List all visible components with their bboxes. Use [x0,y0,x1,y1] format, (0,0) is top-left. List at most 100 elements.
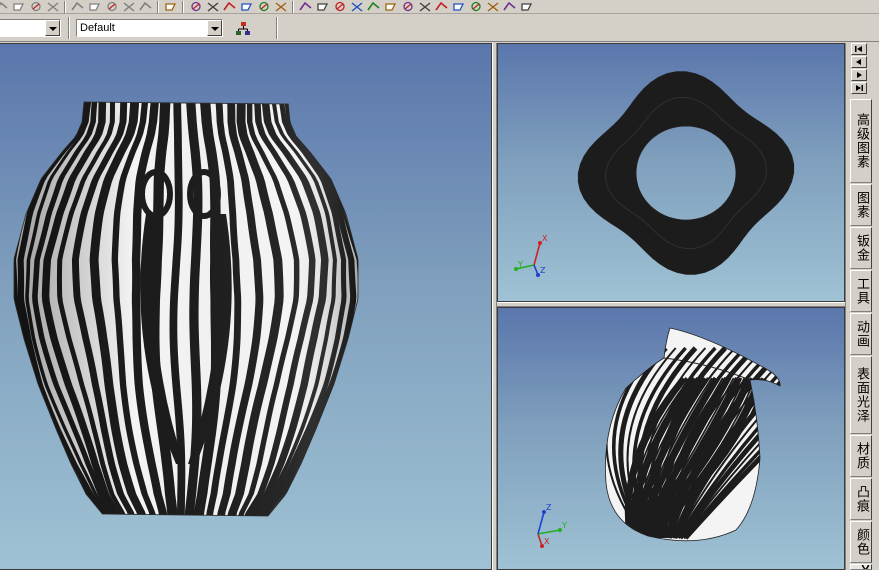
tab-next-button[interactable] [851,69,867,81]
undo-icon [0,1,8,9]
new-file-icon [71,1,84,11]
axis-y-label: Y [561,521,567,530]
feature-6-icon [385,3,397,11]
feature-4-button[interactable] [349,0,365,13]
vase-top-view[interactable]: X Y Z [498,44,845,302]
tab-text[interactable]: 文 [850,564,872,570]
isometric-viewport[interactable]: X YZ [497,307,845,570]
tab-shapes[interactable]: 图素 [850,184,872,226]
feature-14-icon [521,3,533,11]
sketch-c-button[interactable] [222,0,238,13]
cut-icon [31,1,41,12]
selection-toolbar: Default [0,15,879,42]
feature-4-icon [351,2,363,12]
feature-8-button[interactable] [417,0,433,13]
sketch-b-button[interactable] [205,0,221,13]
feature-1-button[interactable] [298,0,314,13]
redo-icon [13,3,25,11]
feature-3-icon [335,1,345,12]
tab-colors[interactable]: 颜色 [850,521,872,563]
vase-isometric-view[interactable]: X YZ [498,308,845,570]
feature-14-button[interactable] [519,0,535,13]
tab-prev-button[interactable] [851,56,867,68]
scissors-button[interactable] [104,0,120,13]
tab-label: 图素 [854,191,869,219]
tab-first-button[interactable] [851,43,867,55]
last-tab-icon [856,85,863,91]
filter-combo[interactable] [0,19,61,37]
style-combo[interactable]: Default [76,19,223,37]
feature-8-icon [419,2,431,12]
feature-11-button[interactable] [468,0,484,13]
next-tab-icon [857,72,862,78]
sketch-a-icon [191,1,201,12]
design-tree-button[interactable] [234,20,252,37]
sketch-d-icon [241,3,253,11]
copy-icon [89,3,101,11]
tab-label: 颜色 [854,528,869,556]
application-window: Default XYZ XYZ 高级图素 图素 钣金 工具 动画 表面光泽 材质… [0,0,879,570]
axis-x-label: X [542,234,548,243]
scissors-icon [107,1,117,12]
tab-label: 凸痕 [854,485,869,513]
toolbar-separator [182,1,184,13]
vase-front-view[interactable] [0,44,492,570]
curve-icon [165,3,177,11]
feature-12-button[interactable] [485,0,501,13]
tab-animation[interactable]: 动画 [850,313,872,355]
delete-icon [47,2,59,12]
copy-button[interactable] [87,0,103,13]
toolbar-separator [64,1,66,13]
feature-9-button[interactable] [434,0,450,13]
tab-advanced-shapes[interactable]: 高级图素 [850,99,872,183]
delete-button[interactable] [45,0,61,13]
tab-label: 动画 [854,320,869,348]
toolbar-separator [68,17,70,39]
first-tab-icon [855,46,862,52]
feature-2-button[interactable] [315,0,331,13]
sketch-d-button[interactable] [239,0,255,13]
tab-surface-finish[interactable]: 表面光泽 [850,356,872,434]
tab-bumps[interactable]: 凸痕 [850,478,872,520]
paste-button[interactable] [121,0,137,13]
main-toolbar [0,0,879,14]
axis-z-label: Z [546,503,552,512]
sketch-f-button[interactable] [273,0,289,13]
tab-tools[interactable]: 工具 [850,270,872,312]
cut-button[interactable] [28,0,44,13]
tab-last-button[interactable] [851,82,867,94]
undo-button[interactable] [0,0,10,13]
clipboard-icon [139,1,152,11]
feature-5-button[interactable] [366,0,382,13]
feature-13-button[interactable] [502,0,518,13]
filter-combo-dropdown-icon[interactable] [45,20,60,36]
tab-sheet-metal[interactable]: 钣金 [850,227,872,269]
feature-10-button[interactable] [451,0,467,13]
axis-triad: X Y Z [514,234,548,277]
curve-button[interactable] [163,0,179,13]
clipboard-button[interactable] [138,0,154,13]
feature-12-icon [487,2,499,12]
feature-10-icon [453,3,465,11]
new-file-button[interactable] [70,0,86,13]
feature-7-icon [403,1,413,12]
prev-tab-icon [856,59,861,65]
feature-7-button[interactable] [400,0,416,13]
sketch-e-button[interactable] [256,0,272,13]
catalog-tab-strip: 高级图素 图素 钣金 工具 动画 表面光泽 材质 凸痕 颜色 文 [845,43,879,570]
design-tree-icon [236,22,250,35]
front-viewport[interactable] [0,43,492,570]
axis-x-line [533,242,541,266]
feature-3-button[interactable] [332,0,348,13]
style-combo-dropdown-icon[interactable] [207,20,222,36]
tab-label: 表面光泽 [854,367,869,423]
sketch-a-button[interactable] [188,0,204,13]
axis-x-label: X [544,537,550,546]
axis-z-line [537,511,545,535]
tab-materials[interactable]: 材质 [850,435,872,477]
feature-6-button[interactable] [383,0,399,13]
redo-button[interactable] [11,0,27,13]
sketch-f-icon [275,2,287,12]
top-viewport[interactable]: X Y Z [497,43,845,302]
style-combo-value: Default [80,22,115,34]
